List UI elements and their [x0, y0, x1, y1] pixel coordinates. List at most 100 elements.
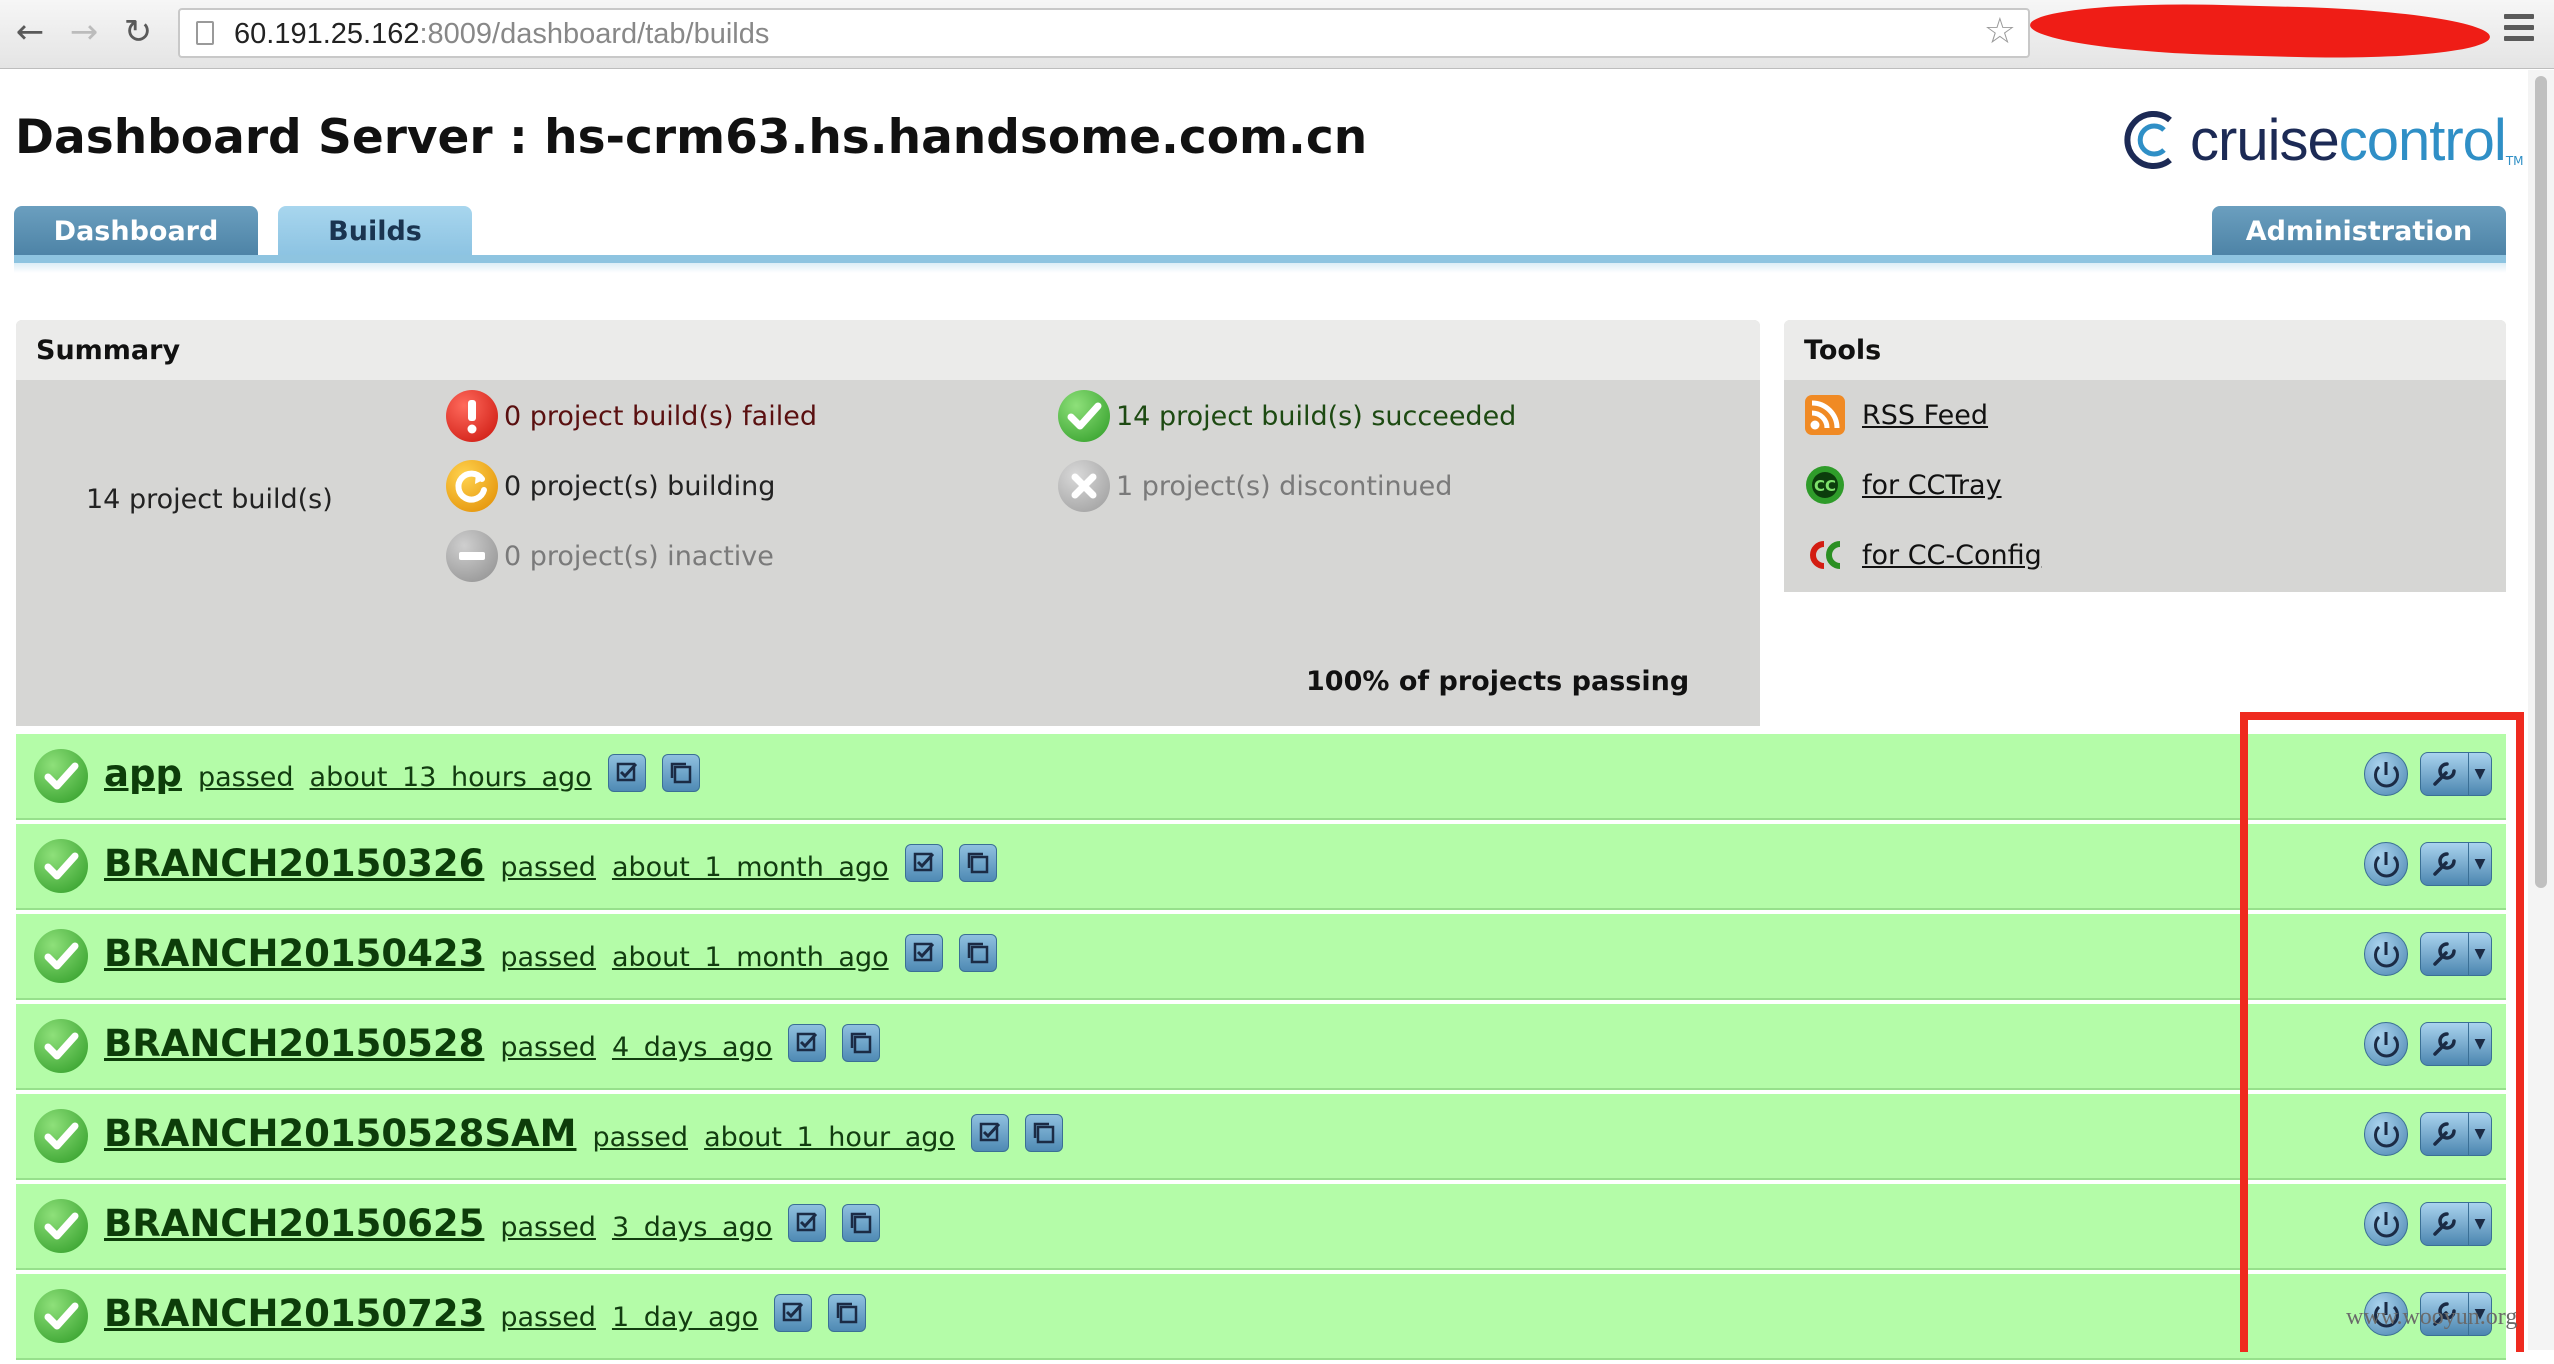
build-status-text[interactable]: passed — [198, 762, 294, 793]
build-row: app passed about 13 hours ago ▼ — [16, 734, 2506, 820]
build-status-text[interactable]: passed — [500, 1032, 596, 1063]
build-time-link[interactable]: 3 days ago — [612, 1212, 772, 1243]
passed-check-icon — [34, 1289, 88, 1343]
summary-heading: Summary — [16, 320, 1760, 380]
project-name-link[interactable]: BRANCH20150326 — [104, 842, 484, 885]
url-path: :8009/dashboard/tab/builds — [419, 18, 770, 50]
build-time-link[interactable]: 1 day ago — [612, 1302, 758, 1333]
annotation-highlight-box — [2240, 712, 2524, 1352]
build-time-link[interactable]: about 1 month ago — [612, 942, 889, 973]
build-detail-icon[interactable] — [788, 1024, 827, 1062]
rss-icon — [1804, 394, 1846, 436]
build-status-text[interactable]: passed — [592, 1122, 688, 1153]
build-row: BRANCH20150723 passed 1 day ago ▼ — [16, 1274, 2506, 1360]
browser-toolbar: ← → ↻ 60.191.25.162:8009/dashboard/tab/b… — [0, 0, 2554, 69]
logo-text-cruise: cruise — [2190, 107, 2340, 173]
build-status-text[interactable]: passed — [500, 942, 596, 973]
copy-icon[interactable] — [958, 934, 997, 972]
build-detail-icon[interactable] — [774, 1294, 813, 1332]
building-icon — [446, 460, 498, 512]
build-detail-icon[interactable] — [904, 844, 943, 882]
tab-administration[interactable]: Administration — [2212, 206, 2506, 256]
summary-total: 14 project build(s) — [86, 484, 333, 515]
stat-succeeded: 14 project build(s) succeeded — [1058, 390, 1516, 442]
stat-discontinued-label: 1 project(s) discontinued — [1116, 470, 1453, 502]
copy-icon[interactable] — [958, 844, 997, 882]
reload-icon[interactable]: ↻ — [116, 10, 160, 54]
build-detail-icon[interactable] — [788, 1204, 827, 1242]
redaction-scribble — [2029, 0, 2491, 63]
logo-text-control: control — [2338, 107, 2507, 173]
project-name-link[interactable]: BRANCH20150723 — [104, 1292, 484, 1335]
copy-icon[interactable] — [661, 754, 700, 792]
build-row: BRANCH20150625 passed 3 days ago ▼ — [16, 1184, 2506, 1270]
build-detail-icon[interactable] — [904, 934, 943, 972]
copy-icon[interactable] — [842, 1024, 881, 1062]
failed-icon — [446, 390, 498, 442]
passed-check-icon — [34, 749, 88, 803]
back-arrow-icon[interactable]: ← — [8, 10, 52, 54]
tool-cctray[interactable]: CC for CCTray — [1804, 464, 2002, 506]
tab-builds[interactable]: Builds — [278, 206, 472, 256]
passed-check-icon — [34, 839, 88, 893]
build-row: BRANCH20150326 passed about 1 month ago … — [16, 824, 2506, 910]
forward-arrow-icon[interactable]: → — [62, 10, 106, 54]
stat-inactive-label: 0 project(s) inactive — [504, 540, 774, 572]
logo-trademark: TM — [2505, 154, 2524, 168]
url-host: 60.191.25.162 — [234, 18, 420, 50]
logo-text: cruisecontrol — [2190, 107, 2507, 174]
cruisecontrol-logo: cruisecontrol TM — [2120, 98, 2524, 182]
copy-icon[interactable] — [842, 1204, 881, 1242]
rss-feed-link[interactable]: RSS Feed — [1862, 400, 1988, 431]
tools-panel: Tools RSS Feed CC for CCTray for CC-Conf… — [1784, 320, 2506, 592]
succeeded-check-icon — [1058, 390, 1110, 442]
build-row: BRANCH20150528 passed 4 days ago ▼ — [16, 1004, 2506, 1090]
project-name-link[interactable]: BRANCH20150625 — [104, 1202, 484, 1245]
inactive-minus-icon — [446, 530, 498, 582]
tool-ccconfig[interactable]: for CC-Config — [1804, 534, 2042, 576]
address-bar[interactable]: 60.191.25.162:8009/dashboard/tab/builds … — [178, 8, 2030, 58]
passed-check-icon — [34, 1109, 88, 1163]
discontinued-x-icon — [1058, 460, 1110, 512]
build-status-text[interactable]: passed — [500, 1302, 596, 1333]
browser-menu-icon[interactable] — [2504, 14, 2534, 47]
stat-building: 0 project(s) building — [446, 460, 775, 512]
build-row: BRANCH20150423 passed about 1 month ago … — [16, 914, 2506, 1000]
page-scrollbar[interactable] — [2528, 70, 2554, 1350]
project-name-link[interactable]: app — [104, 752, 182, 795]
stat-failed-label: 0 project build(s) failed — [504, 400, 817, 432]
stat-succeeded-label: 14 project build(s) succeeded — [1116, 400, 1517, 432]
tab-underline-shadow — [14, 263, 2506, 273]
build-time-link[interactable]: about 13 hours ago — [310, 762, 592, 793]
tab-dashboard[interactable]: Dashboard — [14, 206, 258, 256]
copy-icon[interactable] — [1024, 1114, 1063, 1152]
tool-rss[interactable]: RSS Feed — [1804, 394, 1988, 436]
passed-check-icon — [34, 1199, 88, 1253]
build-detail-icon[interactable] — [607, 754, 646, 792]
project-name-link[interactable]: BRANCH20150528SAM — [104, 1112, 576, 1155]
project-name-link[interactable]: BRANCH20150528 — [104, 1022, 484, 1065]
build-time-link[interactable]: about 1 month ago — [612, 852, 889, 883]
stat-discontinued: 1 project(s) discontinued — [1058, 460, 1452, 512]
stat-building-label: 0 project(s) building — [504, 470, 776, 502]
build-status-text[interactable]: passed — [500, 1212, 596, 1243]
logo-mark-icon — [2120, 108, 2184, 172]
bookmark-star-icon[interactable]: ☆ — [1984, 14, 2016, 50]
watermark: www.wooyun.org — [2346, 1304, 2518, 1330]
cctray-link[interactable]: for CCTray — [1862, 470, 2002, 501]
ccconfig-icon — [1804, 534, 1846, 576]
stat-inactive: 0 project(s) inactive — [446, 530, 774, 582]
project-name-link[interactable]: BRANCH20150423 — [104, 932, 484, 975]
build-time-link[interactable]: about 1 hour ago — [704, 1122, 955, 1153]
ccconfig-link[interactable]: for CC-Config — [1862, 540, 2042, 571]
passed-check-icon — [34, 929, 88, 983]
build-status-text[interactable]: passed — [500, 852, 596, 883]
stat-failed: 0 project build(s) failed — [446, 390, 817, 442]
url-text[interactable]: 60.191.25.162:8009/dashboard/tab/builds — [234, 18, 769, 51]
build-time-link[interactable]: 4 days ago — [612, 1032, 772, 1063]
page-title: Dashboard Server : hs-crm63.hs.handsome.… — [15, 110, 1368, 165]
scrollbar-thumb[interactable] — [2535, 76, 2547, 888]
build-detail-icon[interactable] — [970, 1114, 1009, 1152]
copy-icon[interactable] — [828, 1294, 867, 1332]
page-icon — [196, 21, 214, 45]
